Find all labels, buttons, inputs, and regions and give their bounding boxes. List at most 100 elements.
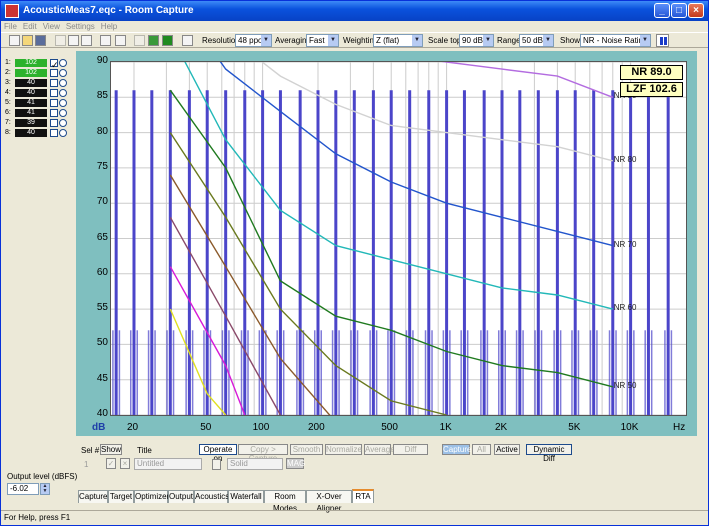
operate-on-button[interactable]: Operate on bbox=[199, 444, 237, 463]
tab-capture[interactable]: Capture bbox=[78, 490, 108, 503]
active-button[interactable]: Active bbox=[494, 444, 520, 455]
dynamic-diff-button[interactable]: Dynamic Diff bbox=[526, 444, 572, 463]
chart-icon[interactable] bbox=[148, 35, 159, 46]
title-label: Title bbox=[137, 446, 152, 455]
menu-help[interactable]: Help bbox=[98, 22, 120, 32]
save-icon[interactable] bbox=[35, 35, 46, 46]
measurement-row[interactable]: 2: 102 bbox=[5, 69, 71, 77]
tab-optimizer[interactable]: Optimizer bbox=[134, 490, 169, 503]
rta-bar bbox=[168, 90, 172, 415]
tab-target[interactable]: Target bbox=[108, 490, 134, 503]
measurement-select-radio[interactable] bbox=[59, 59, 67, 67]
show-button[interactable]: Show bbox=[100, 444, 122, 455]
filter-icon[interactable] bbox=[134, 35, 145, 46]
rta-bar bbox=[573, 90, 577, 415]
menu-settings[interactable]: Settings bbox=[63, 22, 98, 32]
y-tick-label: 85 bbox=[96, 90, 108, 102]
output-level-spinner[interactable]: ▲ ▼ bbox=[40, 483, 50, 495]
scaletop-label: Scale top bbox=[428, 36, 462, 45]
smooth-button[interactable]: Smooth bbox=[290, 444, 323, 455]
measurement-list: 1: 102 ✓ 2: 102 3: 40 4: 40 5: 41 6: 41 7: 39 8: 40 bbox=[3, 51, 73, 483]
measurement-visible-checkbox[interactable] bbox=[50, 79, 58, 87]
measurement-visible-checkbox[interactable] bbox=[50, 89, 58, 97]
measurement-row[interactable]: 4: 40 bbox=[5, 89, 71, 97]
measurement-select-radio[interactable] bbox=[59, 119, 67, 127]
measurement-number: 8: bbox=[5, 129, 11, 136]
measurement-row[interactable]: 3: 40 bbox=[5, 79, 71, 87]
minimize-button[interactable]: _ bbox=[654, 3, 670, 18]
maximize-button[interactable]: □ bbox=[671, 3, 687, 18]
measurement-select-radio[interactable] bbox=[59, 79, 67, 87]
measurement-select-radio[interactable] bbox=[59, 109, 67, 117]
paste-icon[interactable] bbox=[81, 35, 92, 46]
rta-bar-sidelobe bbox=[172, 330, 175, 415]
capture-button[interactable]: Capture bbox=[442, 444, 471, 455]
weighting-select[interactable]: Z (flat) ▼ bbox=[373, 34, 423, 47]
title-field[interactable]: Untitled bbox=[134, 458, 202, 470]
measurement-visible-checkbox[interactable]: ✓ bbox=[50, 59, 59, 70]
tab-rta[interactable]: RTA bbox=[352, 489, 374, 503]
rta-bar-sidelobe bbox=[338, 330, 340, 415]
scaletop-value: 90 dB bbox=[462, 36, 483, 45]
close-button[interactable]: × bbox=[688, 3, 704, 18]
y-tick-label: 80 bbox=[96, 125, 108, 137]
wand-icon[interactable] bbox=[182, 35, 193, 46]
new-file-icon[interactable] bbox=[9, 35, 20, 46]
menu-file[interactable]: File bbox=[1, 22, 20, 32]
resolution-select[interactable]: 48 ppo ▼ bbox=[235, 34, 272, 47]
measurement-row[interactable]: 7: 39 bbox=[5, 119, 71, 127]
open-folder-icon[interactable] bbox=[22, 35, 33, 46]
measurement-row[interactable]: 6: 41 bbox=[5, 109, 71, 117]
measurement-row[interactable]: 8: 40 bbox=[5, 129, 71, 137]
delete-icon[interactable]: × bbox=[120, 458, 130, 469]
x-tick-label: 20 bbox=[126, 422, 139, 433]
rta-bar bbox=[666, 90, 670, 415]
averaging-select[interactable]: Fast ▼ bbox=[306, 34, 339, 47]
tab-output[interactable]: Output bbox=[168, 490, 194, 503]
menu-edit[interactable]: Edit bbox=[20, 22, 40, 32]
rta-bar-sidelobe bbox=[540, 330, 543, 415]
normalize-button[interactable]: Normalize bbox=[325, 444, 362, 455]
measurement-row[interactable]: 5: 41 bbox=[5, 99, 71, 107]
measurement-select-radio[interactable] bbox=[59, 89, 67, 97]
plot-area[interactable] bbox=[110, 61, 687, 416]
title-bar[interactable]: AcousticMeas7.eqc - Room Capture _ □ × bbox=[1, 1, 708, 21]
measurement-select-radio[interactable] bbox=[59, 69, 67, 77]
tab-waterfall[interactable]: Waterfall bbox=[228, 490, 264, 503]
y-tick-label: 65 bbox=[96, 231, 108, 243]
measurement-select-radio[interactable] bbox=[59, 129, 67, 137]
rta-chart: 9085807570656055504540 NR 90NR 80NR 70NR… bbox=[76, 51, 697, 436]
scaletop-select[interactable]: 90 dB ▼ bbox=[459, 34, 494, 47]
help-cursor-icon[interactable] bbox=[115, 35, 126, 46]
copy-icon[interactable] bbox=[68, 35, 79, 46]
mag-button[interactable]: MAG bbox=[286, 458, 305, 469]
line-style-select[interactable]: Solid bbox=[227, 458, 283, 470]
tab-x-over-aligner[interactable]: X-Over Aligner bbox=[306, 490, 352, 513]
measurement-select-radio[interactable] bbox=[59, 99, 67, 107]
measurement-visible-checkbox[interactable] bbox=[50, 99, 58, 107]
row-checkbox[interactable]: ✓ bbox=[106, 458, 116, 469]
measurement-visible-checkbox[interactable] bbox=[50, 69, 58, 77]
measurement-row[interactable]: 1: 102 ✓ bbox=[5, 59, 71, 70]
x-tick-label: 10K bbox=[620, 422, 639, 433]
copy-capture-button[interactable]: Copy > Capture bbox=[238, 444, 288, 463]
measurement-visible-checkbox[interactable] bbox=[50, 119, 58, 127]
measurement-visible-checkbox[interactable] bbox=[50, 129, 58, 137]
average-button[interactable]: Average bbox=[364, 444, 395, 455]
green-square-icon[interactable] bbox=[162, 35, 173, 46]
all-button[interactable]: All bbox=[472, 444, 491, 455]
color-swatch[interactable] bbox=[212, 459, 221, 470]
menu-view[interactable]: View bbox=[40, 22, 63, 32]
show-select[interactable]: NR - Noise Rating ▼ bbox=[580, 34, 651, 47]
tab-room-modes[interactable]: Room Modes bbox=[264, 490, 306, 513]
pause-icon[interactable] bbox=[656, 34, 669, 47]
print-icon[interactable] bbox=[100, 35, 111, 46]
show-label: Show bbox=[560, 36, 581, 45]
cut-icon[interactable] bbox=[55, 35, 66, 46]
chevron-down-icon: ▼ bbox=[261, 35, 271, 46]
diff-button[interactable]: Diff bbox=[393, 444, 428, 455]
measurement-visible-checkbox[interactable] bbox=[50, 109, 58, 117]
range-select[interactable]: 50 dB ▼ bbox=[519, 34, 554, 47]
output-level-input[interactable]: -6.02 bbox=[7, 483, 39, 495]
tab-acoustics[interactable]: Acoustics bbox=[194, 490, 229, 503]
